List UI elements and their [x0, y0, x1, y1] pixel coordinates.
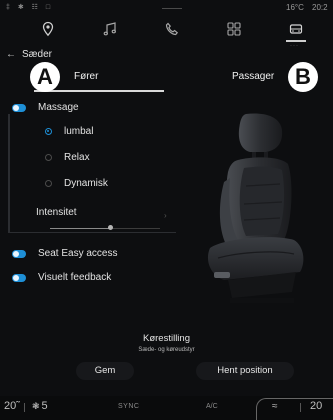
location-pin-icon [42, 21, 54, 37]
visual-feedback-row[interactable]: Visuelt feedback [0, 268, 200, 288]
massage-label: Massage [38, 102, 79, 113]
slider-thumb[interactable] [108, 225, 113, 230]
phone-tab[interactable] [162, 19, 182, 39]
phone-icon [165, 22, 179, 36]
chevron-right-icon: › [164, 211, 167, 220]
massage-row[interactable]: Massage [0, 98, 200, 118]
media-tab[interactable] [100, 19, 120, 39]
subpanel-divider [8, 232, 176, 233]
vehicle-tab[interactable] [286, 19, 306, 39]
mode-label: lumbal [64, 126, 94, 137]
fan-icon: ❃ [32, 401, 40, 411]
easy-access-row[interactable]: Seat Easy access [0, 244, 200, 264]
intensity-label: Intensitet [36, 207, 77, 218]
massage-mode-option[interactable]: Relax [0, 148, 200, 168]
status-separator [162, 8, 182, 9]
active-tab-underline [34, 90, 164, 92]
navigation-tab[interactable] [38, 19, 58, 39]
status-icons: ‡ ✱ ☷ □ [6, 4, 54, 11]
clock: 20:2 [312, 3, 328, 12]
car-seat-illustration [207, 113, 304, 303]
tab-passenger-label: Passager [232, 71, 275, 82]
massage-toggle[interactable] [12, 104, 26, 112]
radio-dynamisk[interactable] [45, 180, 52, 187]
slider-fill [50, 228, 111, 229]
climate-separator [24, 403, 25, 412]
driving-position-title: Kørestilling [143, 333, 190, 344]
active-tab-indicator [286, 40, 306, 42]
climate-bar: 20̃ ❃ 5 SYNC A/C ≈ 20 [0, 396, 333, 420]
right-temperature[interactable]: 20 [310, 400, 322, 412]
sync-button[interactable]: SYNC [118, 403, 139, 410]
status-bar: ‡ ✱ ☷ □ 16°C 20:2 [0, 0, 333, 16]
visual-feedback-label: Visuelt feedback [38, 272, 112, 283]
visual-feedback-toggle[interactable] [12, 274, 26, 282]
save-position-button[interactable]: Gem [76, 362, 134, 380]
car-icon [289, 24, 303, 34]
fan-level: 5 [41, 400, 48, 412]
page-title: Sæder [22, 49, 53, 60]
outside-temperature: 16°C [286, 3, 304, 12]
fan-speed-control[interactable]: ❃ 5 [32, 400, 48, 412]
intensity-slider[interactable] [50, 225, 160, 231]
radio-lumbal[interactable] [45, 128, 52, 135]
callout-a: A [30, 62, 60, 92]
tab-driver-label: Fører [74, 71, 99, 82]
climate-separator [300, 403, 301, 412]
easy-access-label: Seat Easy access [38, 248, 118, 259]
apps-grid-icon [227, 22, 241, 36]
ac-button[interactable]: A/C [206, 403, 218, 410]
back-arrow-icon[interactable]: ← [6, 49, 16, 60]
intensity-row: Intensitet [0, 203, 200, 223]
left-temperature[interactable]: 20̃ [4, 400, 16, 412]
tab-driver[interactable]: Fører [0, 62, 166, 92]
radio-relax[interactable] [45, 154, 52, 161]
massage-mode-option[interactable]: Dynamisk [0, 174, 200, 194]
seat-heating-icon[interactable]: ≈ [272, 401, 278, 412]
callout-b: B [288, 62, 318, 92]
easy-access-toggle[interactable] [12, 250, 26, 258]
main-nav-bar: ··· [0, 16, 333, 49]
music-note-icon [103, 22, 116, 36]
apps-tab[interactable] [224, 19, 244, 39]
fetch-position-button[interactable]: Hent position [196, 362, 294, 380]
mode-label: Relax [64, 152, 90, 163]
mode-label: Dynamisk [64, 178, 108, 189]
driving-position-subtitle: Sæde- og køreudstyr [138, 347, 195, 353]
massage-mode-option[interactable]: lumbal [0, 122, 200, 142]
